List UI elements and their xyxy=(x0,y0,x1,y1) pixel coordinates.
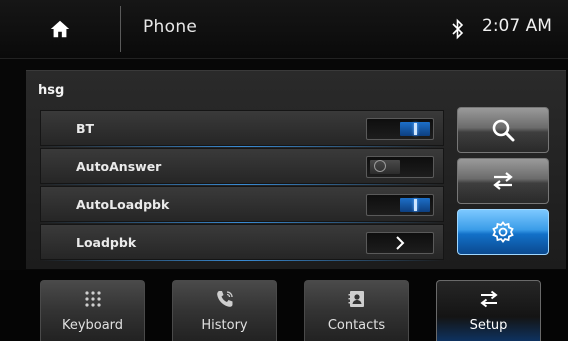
contacts-book-icon xyxy=(348,291,364,307)
clock: 2:07 AM xyxy=(482,16,552,36)
swap-button[interactable] xyxy=(457,158,549,204)
device-name: hsg xyxy=(38,83,65,98)
home-icon xyxy=(50,20,70,38)
tab-label: Keyboard xyxy=(61,318,124,333)
setting-row-bt: BT xyxy=(40,110,444,147)
tab-history[interactable]: History xyxy=(172,280,277,341)
chevron-right-icon xyxy=(396,236,405,250)
loadpbk-button[interactable] xyxy=(366,232,434,254)
toggle-on-indicator xyxy=(414,199,417,211)
settings-list: BT AutoAnswer AutoLoadpbk Loadpbk xyxy=(40,110,444,262)
home-button[interactable] xyxy=(0,0,120,58)
setting-row-autoloadpbk: AutoLoadpbk xyxy=(40,186,444,223)
swap-arrows-icon xyxy=(493,172,513,190)
setting-row-loadpbk: Loadpbk xyxy=(40,224,444,261)
settings-button[interactable] xyxy=(457,209,549,255)
setting-label: BT xyxy=(76,121,95,136)
setting-label: AutoLoadpbk xyxy=(76,197,170,212)
phone-history-icon xyxy=(216,291,233,307)
tab-label: Setup xyxy=(469,318,508,333)
top-bar: Phone 2:07 AM xyxy=(0,0,568,59)
setting-row-autoanswer: AutoAnswer xyxy=(40,148,444,185)
autoloadpbk-toggle[interactable] xyxy=(366,194,434,216)
gear-icon xyxy=(492,221,514,243)
search-icon xyxy=(492,119,515,142)
phone-screen: Phone 2:07 AM hsg BT AutoAnswer AutoLoad… xyxy=(0,0,568,341)
bt-toggle[interactable] xyxy=(366,118,434,140)
toggle-off-indicator xyxy=(374,160,386,172)
keypad-icon xyxy=(84,291,101,307)
toggle-on-indicator xyxy=(414,123,417,135)
topbar-divider xyxy=(120,6,121,52)
tab-setup[interactable]: Setup xyxy=(436,280,541,341)
tab-label: Contacts xyxy=(327,318,386,333)
search-button[interactable] xyxy=(457,107,549,153)
tab-keyboard[interactable]: Keyboard xyxy=(40,280,145,341)
bluetooth-icon xyxy=(452,18,464,40)
setting-label: AutoAnswer xyxy=(76,159,162,174)
setting-label: Loadpbk xyxy=(76,235,137,250)
tab-label: History xyxy=(201,318,248,333)
autoanswer-toggle[interactable] xyxy=(366,156,434,178)
tab-contacts[interactable]: Contacts xyxy=(304,280,409,341)
page-title: Phone xyxy=(143,17,198,37)
swap-arrows-icon xyxy=(479,290,498,308)
